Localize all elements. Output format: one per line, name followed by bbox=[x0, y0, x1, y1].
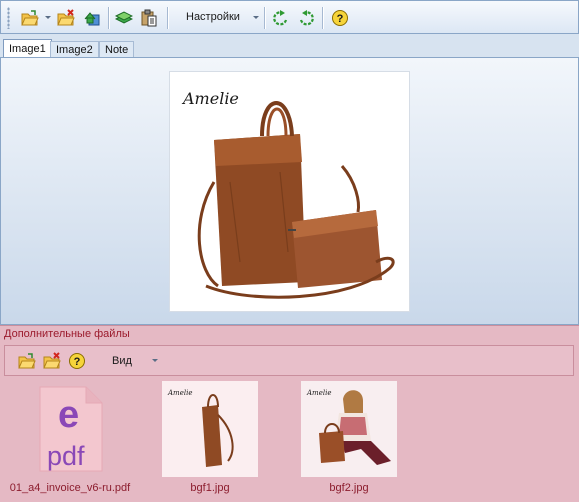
export-icon[interactable] bbox=[83, 9, 101, 27]
svg-text:?: ? bbox=[337, 13, 344, 25]
view-menu-button[interactable]: Вид bbox=[112, 355, 132, 367]
view-dropdown-arrow[interactable] bbox=[152, 359, 158, 362]
additional-files-panel: Дополнительные файлы ? Вид e pdf 01_a4_i… bbox=[0, 325, 579, 502]
settings-button[interactable]: Настройки bbox=[186, 11, 240, 23]
svg-text:Amelie: Amelie bbox=[167, 389, 192, 397]
toolbar-grip[interactable] bbox=[7, 7, 10, 29]
toolbar-separator bbox=[264, 7, 265, 29]
svg-text:?: ? bbox=[74, 356, 81, 368]
rotate-right-icon[interactable] bbox=[297, 9, 315, 27]
tab-image2[interactable]: Image2 bbox=[50, 41, 99, 58]
toolbar-separator bbox=[108, 7, 109, 29]
add-file-icon[interactable] bbox=[18, 352, 36, 370]
pdf-icon-text: pdf bbox=[47, 441, 85, 471]
pdf-file-thumbnail[interactable]: e pdf bbox=[38, 381, 104, 477]
files-help-icon[interactable]: ? bbox=[68, 352, 86, 370]
paste-icon[interactable] bbox=[140, 9, 158, 27]
settings-dropdown-arrow[interactable] bbox=[253, 16, 259, 19]
open-folder-cancel-icon[interactable] bbox=[57, 9, 75, 27]
brand-logo: Amelie bbox=[181, 89, 239, 108]
toolbar-separator bbox=[167, 7, 168, 29]
main-toolbar: Настройки ? bbox=[0, 0, 579, 34]
svg-text:Amelie: Amelie bbox=[306, 389, 331, 397]
remove-file-icon[interactable] bbox=[43, 352, 61, 370]
tab-image1[interactable]: Image1 bbox=[3, 39, 52, 58]
svg-text:e: e bbox=[58, 394, 79, 436]
files-toolbar: ? Вид bbox=[4, 345, 574, 376]
file-name-label: bgf1.jpg bbox=[190, 482, 230, 494]
image-tabs: Image1 Image2 Note bbox=[0, 39, 579, 58]
image-preview-panel: Amelie bbox=[0, 57, 579, 325]
open-folder-icon[interactable] bbox=[21, 9, 39, 27]
file-name-label: 01_a4_invoice_v6-ru.pdf bbox=[9, 482, 131, 494]
layers-icon[interactable] bbox=[115, 9, 133, 27]
bgf1-thumbnail[interactable]: Amelie bbox=[162, 381, 258, 477]
bgf2-thumbnail[interactable]: Amelie bbox=[301, 381, 397, 477]
file-name-label: bgf2.jpg bbox=[329, 482, 369, 494]
rotate-left-icon[interactable] bbox=[272, 9, 290, 27]
tab-note[interactable]: Note bbox=[99, 41, 135, 58]
help-icon[interactable]: ? bbox=[331, 9, 349, 27]
toolbar-separator bbox=[322, 7, 323, 29]
open-dropdown-arrow[interactable] bbox=[45, 16, 51, 19]
files-panel-title: Дополнительные файлы bbox=[4, 328, 130, 340]
product-photo[interactable]: Amelie bbox=[169, 71, 410, 312]
